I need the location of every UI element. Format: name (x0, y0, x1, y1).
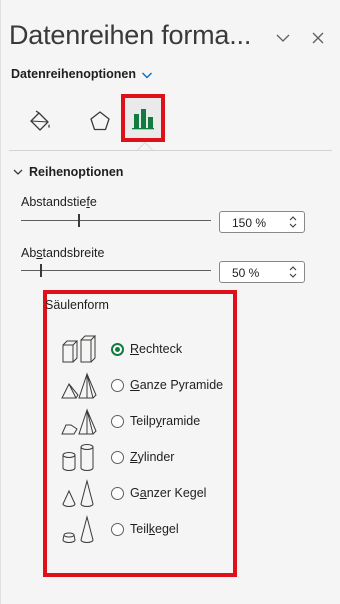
gap-depth-value[interactable]: 150 % (232, 216, 266, 230)
spin-arrows-icon[interactable] (288, 263, 298, 281)
shape-option-box[interactable]: Rechteck (61, 335, 182, 363)
slider-thumb[interactable] (78, 214, 80, 227)
radio-box[interactable] (111, 342, 124, 356)
pane-options-button[interactable] (273, 28, 293, 48)
full-cone-icon (62, 479, 94, 507)
box-icon (62, 335, 97, 363)
shape-label: Zylinder (130, 450, 175, 464)
pane-title: Datenreihen forma... (9, 20, 252, 50)
radio-cylinder[interactable] (111, 450, 124, 464)
shape-label: Ganze Pyramide (130, 378, 224, 392)
close-icon (312, 32, 324, 44)
radio-partial-cone[interactable] (111, 522, 124, 536)
paint-bucket-icon (30, 110, 50, 131)
chevron-down-icon (13, 169, 23, 175)
slider-thumb[interactable] (40, 264, 42, 277)
divider (9, 150, 332, 151)
gap-depth-spinner[interactable]: 150 % (219, 211, 305, 233)
section-title: Reihenoptionen (29, 165, 124, 179)
gap-depth-label: Abstandstiefe (21, 195, 97, 209)
full-pyramid-icon (61, 372, 97, 399)
shape-label: Ganzer Kegel (130, 486, 207, 500)
shape-label: Rechteck (130, 342, 183, 356)
tab-effects[interactable] (83, 104, 117, 138)
radio-full-cone[interactable] (111, 486, 124, 500)
series-options-label: Datenreihenoptionen (11, 67, 137, 81)
shape-label: Teilkegel (130, 522, 179, 536)
spin-arrows-icon[interactable] (288, 213, 298, 231)
gap-width-value[interactable]: 50 % (232, 266, 259, 280)
tab-fill-line[interactable] (23, 104, 57, 138)
cylinder-icon (62, 444, 94, 471)
gap-width-label: Abstandsbreite (21, 246, 105, 260)
selected-tab-indicator (137, 142, 153, 150)
shape-option-partial-pyramid[interactable]: Teilpyramide (61, 407, 200, 435)
close-pane-button[interactable] (308, 28, 328, 48)
series-options-dropdown[interactable]: Datenreihenoptionen (11, 67, 153, 81)
column-shape-title: Säulenform (45, 298, 109, 312)
format-data-series-pane: Datenreihen forma... Datenreihenoptionen (0, 0, 340, 604)
shape-option-partial-cone[interactable]: Teilkegel (61, 515, 179, 543)
shape-label: Teilpyramide (130, 414, 201, 428)
partial-cone-icon (62, 515, 94, 543)
partial-pyramid-icon (61, 408, 97, 435)
radio-partial-pyramid[interactable] (111, 414, 124, 428)
shape-option-full-cone[interactable]: Ganzer Kegel (61, 479, 206, 507)
tab-series-options[interactable] (121, 94, 165, 142)
shape-option-cylinder[interactable]: Zylinder (61, 443, 174, 471)
pentagon-icon (90, 111, 110, 131)
chevron-down-icon (142, 72, 153, 78)
series-options-section-header[interactable]: Reihenoptionen (13, 165, 123, 179)
gap-depth-slider[interactable] (21, 214, 211, 228)
chevron-down-icon (276, 34, 290, 42)
radio-full-pyramid[interactable] (111, 378, 124, 392)
gap-width-slider[interactable] (21, 264, 211, 278)
shape-option-full-pyramid[interactable]: Ganze Pyramide (61, 371, 223, 399)
gap-width-spinner[interactable]: 50 % (219, 261, 305, 283)
bar-chart-icon (132, 109, 154, 130)
